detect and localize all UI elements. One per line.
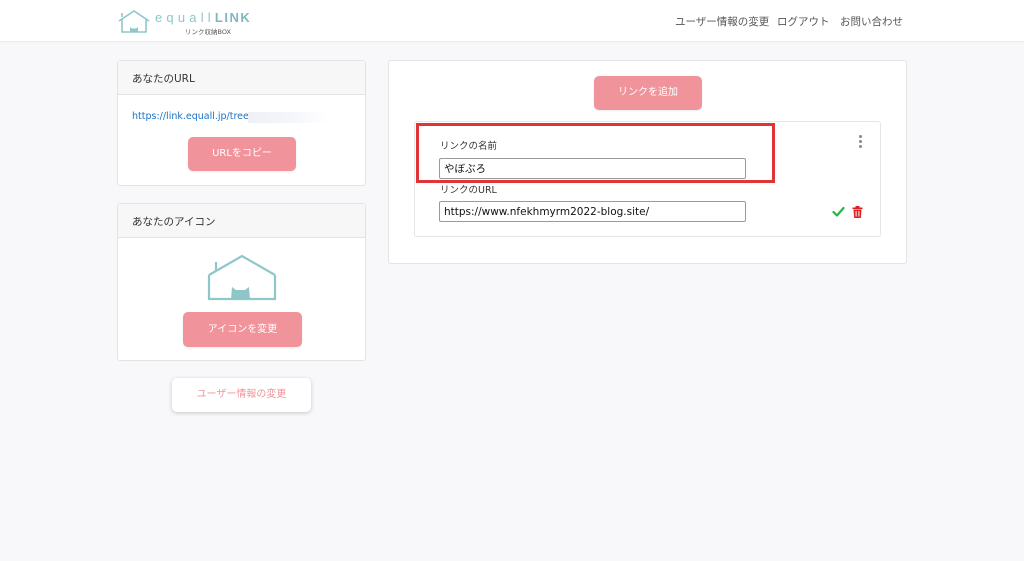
equall-link-logo[interactable]: equallLINK リンク収納BOX	[117, 8, 267, 36]
logo-title: equallLINK	[155, 10, 252, 25]
nav-contact-link[interactable]: お問い合わせ	[840, 14, 903, 29]
check-icon[interactable]	[832, 205, 845, 218]
your-url-link[interactable]: https://link.equall.jp/tree/	[132, 111, 252, 122]
link-url-input[interactable]	[439, 201, 746, 222]
url-redaction	[248, 112, 328, 123]
user-info-change-button[interactable]: ユーザー情報の変更	[172, 378, 311, 412]
top-header: equallLINK リンク収納BOX ユーザー情報の変更 ログアウト お問い合…	[0, 0, 1024, 42]
your-url-card: あなたのURL https://link.equall.jp/tree/ URL…	[117, 60, 366, 186]
trash-icon[interactable]	[852, 206, 863, 218]
more-options-icon[interactable]	[856, 135, 864, 151]
your-url-card-title: あなたのURL	[118, 61, 365, 95]
nav-logout-link[interactable]: ログアウト	[777, 14, 830, 29]
logo-subtitle: リンク収納BOX	[185, 28, 231, 36]
user-avatar-house-icon	[207, 254, 277, 301]
house-cat-logo-icon	[118, 10, 150, 33]
highlight-box	[416, 123, 775, 183]
your-icon-card: あなたのアイコン アイコンを変更	[117, 203, 366, 361]
add-link-button[interactable]: リンクを追加	[594, 76, 702, 110]
your-icon-card-title: あなたのアイコン	[118, 204, 365, 238]
link-url-label: リンクのURL	[440, 185, 497, 196]
nav-user-info-link[interactable]: ユーザー情報の変更	[675, 14, 769, 29]
copy-url-button[interactable]: URLをコピー	[188, 137, 296, 171]
change-icon-button[interactable]: アイコンを変更	[183, 312, 302, 347]
